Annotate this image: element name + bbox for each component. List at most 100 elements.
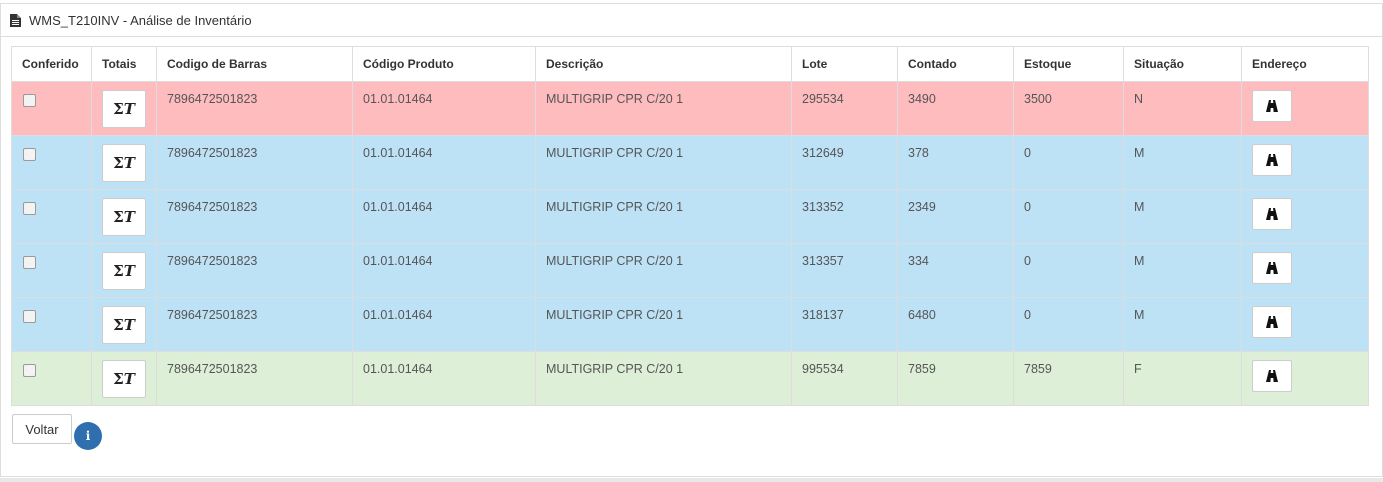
cell-descricao: MULTIGRIP CPR C/20 1: [535, 189, 792, 244]
cell-situacao: M: [1123, 135, 1242, 190]
cell-situacao: M: [1123, 297, 1242, 352]
table-row: Σ T 7896472501823 01.01.01464 MULTIGRIP CPR …: [11, 189, 1369, 244]
cell-codigo-barras: 7896472501823: [156, 135, 353, 190]
cell-estoque: 0: [1013, 297, 1124, 352]
totais-t-label: T: [123, 154, 135, 172]
col-header-situacao[interactable]: Situação: [1123, 46, 1242, 82]
cell-conferido: [11, 297, 92, 352]
cell-codigo-barras: 7896472501823: [156, 81, 353, 136]
totais-button[interactable]: ΣT: [102, 360, 146, 398]
cell-situacao: M: [1123, 189, 1242, 244]
road-icon: [1266, 262, 1278, 274]
conferido-checkbox[interactable]: [23, 364, 36, 377]
col-header-totais[interactable]: Totais: [91, 46, 157, 82]
cell-totais: ΣT: [91, 135, 157, 190]
sigma-icon: Σ: [113, 154, 124, 172]
road-icon: [1266, 100, 1278, 112]
info-icon[interactable]: i: [74, 422, 102, 450]
cell-conferido: [11, 135, 92, 190]
totais-button[interactable]: ΣT: [102, 144, 146, 182]
endereco-button[interactable]: [1252, 144, 1292, 176]
cell-codigo-produto: 01.01.01464: [352, 81, 536, 136]
col-header-codigo-produto[interactable]: Código Produto: [352, 46, 536, 82]
endereco-button[interactable]: [1252, 252, 1292, 284]
cell-contado: 6480: [897, 297, 1014, 352]
cell-endereco: [1241, 297, 1369, 352]
cell-totais: ΣT: [91, 351, 157, 406]
cell-descricao: MULTIGRIP CPR C/20 1: [535, 351, 792, 406]
conferido-checkbox[interactable]: [23, 148, 36, 161]
totais-button[interactable]: ΣT: [102, 90, 146, 128]
cell-totais: ΣT: [91, 297, 157, 352]
cell-codigo-produto: 01.01.01464: [352, 297, 536, 352]
cell-codigo-produto: 01.01.01464: [352, 189, 536, 244]
cell-estoque: 7859: [1013, 351, 1124, 406]
endereco-button[interactable]: [1252, 360, 1292, 392]
totais-t-label: T: [123, 316, 135, 334]
cell-lote: 313357: [791, 243, 898, 298]
endereco-button[interactable]: [1252, 90, 1292, 122]
cell-conferido: [11, 189, 92, 244]
conferido-checkbox[interactable]: [23, 94, 36, 107]
totais-t-label: T: [123, 100, 135, 118]
cell-conferido: [11, 81, 92, 136]
road-icon: [1266, 154, 1278, 166]
cell-conferido: [11, 243, 92, 298]
cell-estoque: 3500: [1013, 81, 1124, 136]
endereco-button[interactable]: [1252, 198, 1292, 230]
totais-button[interactable]: ΣT: [102, 252, 146, 290]
sigma-icon: Σ: [113, 370, 124, 388]
conferido-checkbox[interactable]: [23, 310, 36, 323]
back-button[interactable]: Voltar: [12, 414, 72, 444]
totais-t-label: T: [123, 262, 135, 280]
cell-estoque: 0: [1013, 135, 1124, 190]
cell-lote: 313352: [791, 189, 898, 244]
page-title: WMS_T210INV - Análise de Inventário: [29, 12, 252, 28]
col-header-endereco[interactable]: Endereço: [1241, 46, 1369, 82]
table-row: Σ T 7896472501823 01.01.01464 MULTIGRIP CPR …: [11, 297, 1369, 352]
sigma-icon: Σ: [113, 316, 124, 334]
inventory-table: Conferido Totais Codigo de Barras Código…: [11, 46, 1369, 406]
col-header-conferido[interactable]: Conferido: [11, 46, 92, 82]
road-icon: [1266, 316, 1278, 328]
col-header-descricao[interactable]: Descrição: [535, 46, 792, 82]
cell-codigo-produto: 01.01.01464: [352, 351, 536, 406]
road-icon: [1266, 208, 1278, 220]
cell-descricao: MULTIGRIP CPR C/20 1: [535, 81, 792, 136]
panel-heading: WMS_T210INV - Análise de Inventário: [1, 4, 1382, 37]
totais-button[interactable]: ΣT: [102, 198, 146, 236]
cell-totais: ΣT: [91, 189, 157, 244]
conferido-checkbox[interactable]: [23, 202, 36, 215]
cell-descricao: MULTIGRIP CPR C/20 1: [535, 243, 792, 298]
table-row: Σ T 7896472501823 01.01.01464 MULTIGRIP CPR …: [11, 81, 1369, 136]
cell-totais: ΣT: [91, 243, 157, 298]
col-header-codigo-barras[interactable]: Codigo de Barras: [156, 46, 353, 82]
cell-endereco: [1241, 81, 1369, 136]
col-header-lote[interactable]: Lote: [791, 46, 898, 82]
col-header-contado[interactable]: Contado: [897, 46, 1014, 82]
cell-contado: 378: [897, 135, 1014, 190]
cell-contado: 334: [897, 243, 1014, 298]
cell-estoque: 0: [1013, 243, 1124, 298]
endereco-button[interactable]: [1252, 306, 1292, 338]
cell-situacao: M: [1123, 243, 1242, 298]
totais-button[interactable]: ΣT: [102, 306, 146, 344]
cell-lote: 295534: [791, 81, 898, 136]
cell-endereco: [1241, 189, 1369, 244]
cell-totais: ΣT: [91, 81, 157, 136]
sigma-icon: Σ: [113, 262, 124, 280]
conferido-checkbox[interactable]: [23, 256, 36, 269]
table-row: Σ T 7896472501823 01.01.01464 MULTIGRIP CPR …: [11, 243, 1369, 298]
table-row: Σ T 7896472501823 01.01.01464 MULTIGRIP CPR …: [11, 351, 1369, 406]
bottom-divider: [0, 478, 1383, 482]
totais-t-label: T: [123, 370, 135, 388]
sigma-icon: Σ: [113, 208, 124, 226]
cell-codigo-produto: 01.01.01464: [352, 135, 536, 190]
cell-lote: 995534: [791, 351, 898, 406]
document-icon: [10, 13, 21, 27]
cell-contado: 3490: [897, 81, 1014, 136]
col-header-estoque[interactable]: Estoque: [1013, 46, 1124, 82]
cell-contado: 7859: [897, 351, 1014, 406]
cell-lote: 312649: [791, 135, 898, 190]
cell-situacao: N: [1123, 81, 1242, 136]
